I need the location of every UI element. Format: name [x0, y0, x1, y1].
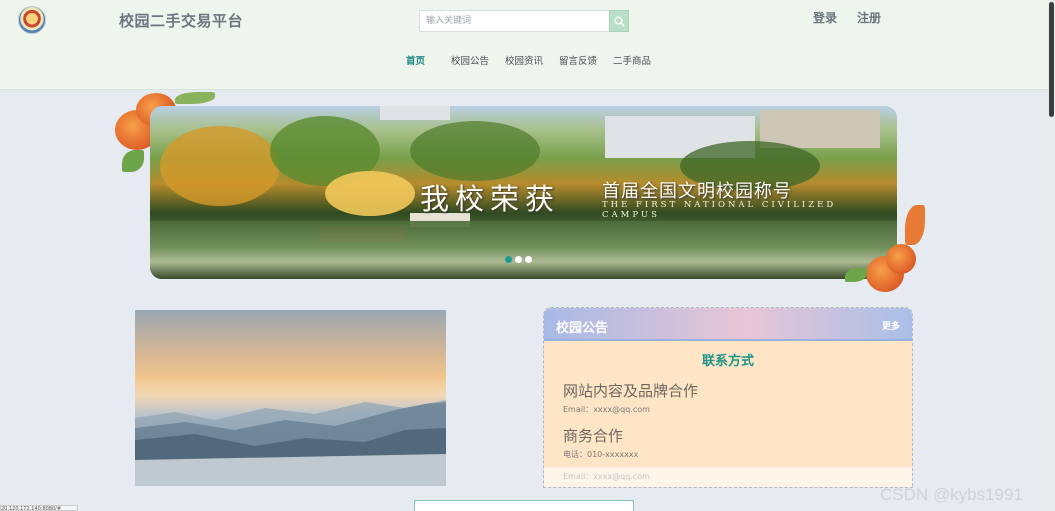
carousel-dot[interactable] — [525, 256, 532, 263]
pumpkin-decoration-right-small — [886, 244, 916, 274]
nav-item-home[interactable]: 首页 — [406, 53, 425, 67]
campus-logo-icon[interactable] — [18, 6, 46, 34]
leaf-decoration-left — [122, 150, 144, 172]
search-icon — [614, 16, 625, 27]
nav-item-news[interactable]: 校园资讯 — [505, 53, 543, 67]
site-title[interactable]: 校园二手交易平台 — [119, 10, 243, 31]
search-bar — [419, 10, 629, 32]
notice-card: 校园公告 更多 联系方式 网站内容及品牌合作 Email：xxxx@qq.com… — [543, 307, 913, 488]
leaf-decoration-top — [175, 92, 215, 104]
top-header: 校园二手交易平台 登录 注册 首页 校园公告 校园资讯 留言反馈 二手商品 — [0, 0, 1048, 90]
watermark: CSDN @kybs1991 — [880, 485, 1023, 504]
lake-reflection — [150, 221, 897, 279]
nav-item-feedback[interactable]: 留言反馈 — [559, 53, 597, 67]
tree — [410, 121, 540, 181]
hero-banner[interactable]: 我校荣获 首届全国文明校园称号 THE FIRST NATIONAL CIVIL… — [150, 106, 897, 279]
search-input[interactable] — [419, 10, 609, 32]
mountain-layers — [135, 400, 446, 486]
contact-line: Email：xxxx@qq.com — [563, 405, 650, 414]
leaf-decoration-right-green — [845, 268, 867, 282]
login-link[interactable]: 登录 — [813, 9, 837, 26]
nav-item-notices[interactable]: 校园公告 — [451, 53, 489, 67]
contact-title: 联系方式 — [701, 354, 754, 369]
tree — [325, 171, 415, 216]
notice-card-title: 校园公告 — [556, 321, 609, 336]
nav-item-secondhand-goods[interactable]: 二手商品 — [613, 53, 651, 67]
more-link[interactable]: 更多 — [882, 319, 900, 332]
scrollbar-thumb[interactable] — [1049, 2, 1054, 117]
contact-heading: 商务合作 — [563, 427, 624, 445]
next-section-box — [414, 500, 634, 511]
carousel-dot[interactable] — [505, 256, 512, 263]
carousel-dots — [505, 256, 532, 263]
banner-english-title: THE FIRST NATIONAL CIVILIZED CAMPUS — [602, 200, 837, 220]
banner-title: 我校荣获 — [420, 182, 561, 216]
search-button[interactable] — [609, 10, 629, 32]
page-scrollbar[interactable] — [1048, 0, 1055, 511]
notice-card-header: 校园公告 更多 — [544, 308, 912, 341]
status-url: 20.120.172.140:8080/# — [0, 505, 78, 511]
building — [380, 106, 450, 120]
contact-line-faded: Email：xxxx@qq.com — [563, 472, 650, 481]
landscape-image[interactable] — [135, 310, 446, 486]
tree — [160, 126, 280, 206]
contact-line: 电话：010-xxxxxxx — [563, 450, 639, 459]
register-link[interactable]: 注册 — [857, 9, 881, 26]
contact-heading: 网站内容及品牌合作 — [563, 382, 699, 400]
carousel-dot[interactable] — [515, 256, 522, 263]
leaf-decoration-right — [905, 205, 925, 245]
